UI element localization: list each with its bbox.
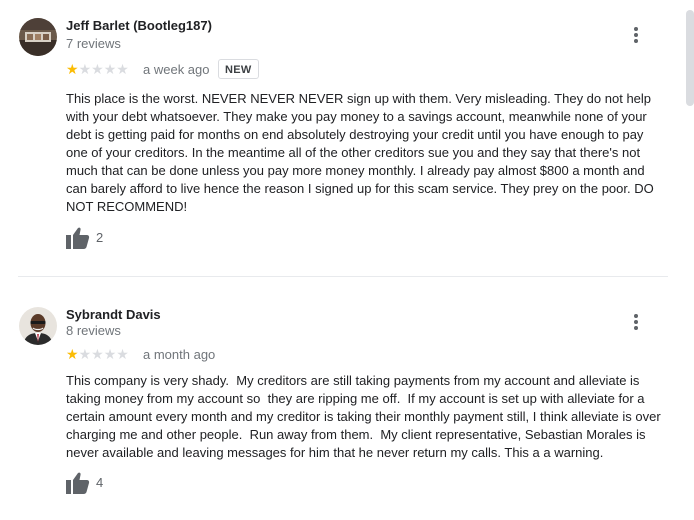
more-options-button[interactable] bbox=[624, 23, 648, 47]
star-icon: ★ bbox=[78, 61, 92, 77]
review-card: Sybrandt Davis 8 reviews ★★★★★ a month a… bbox=[0, 277, 684, 520]
more-vert-icon bbox=[634, 27, 638, 43]
review-date: a week ago bbox=[143, 62, 210, 77]
new-badge: NEW bbox=[218, 59, 259, 79]
star-icon: ★ bbox=[116, 346, 129, 362]
more-options-button[interactable] bbox=[624, 310, 648, 334]
avatar[interactable] bbox=[19, 18, 57, 56]
star-icon: ★ bbox=[91, 61, 104, 77]
thumb-up-icon bbox=[66, 472, 90, 494]
review-date: a month ago bbox=[143, 347, 216, 362]
review-card: Jeff Barlet (Bootleg187) 7 reviews ★★★★★… bbox=[0, 0, 684, 276]
author-name[interactable]: Jeff Barlet (Bootleg187) bbox=[66, 18, 212, 33]
like-count: 4 bbox=[96, 475, 104, 490]
star-icon: ★ bbox=[103, 61, 117, 77]
star-icon: ★ bbox=[103, 346, 117, 362]
review-count: 7 reviews bbox=[66, 36, 121, 51]
thumb-up-icon bbox=[66, 227, 90, 249]
like-button[interactable]: 2 bbox=[66, 227, 126, 249]
star-icon: ★ bbox=[91, 346, 104, 362]
like-button[interactable]: 4 bbox=[66, 472, 126, 494]
star-icon: ★ bbox=[66, 61, 79, 77]
review-text: This company is very shady. My creditors… bbox=[66, 373, 661, 460]
review-count: 8 reviews bbox=[66, 323, 121, 338]
more-vert-icon bbox=[634, 314, 638, 330]
like-count: 2 bbox=[96, 230, 104, 245]
star-icon: ★ bbox=[66, 346, 79, 362]
review-text: This place is the worst. NEVER NEVER NEV… bbox=[66, 91, 654, 214]
star-icon: ★ bbox=[78, 346, 92, 362]
star-rating: ★★★★★ bbox=[66, 62, 129, 76]
author-name[interactable]: Sybrandt Davis bbox=[66, 307, 161, 322]
star-rating: ★★★★★ bbox=[66, 347, 129, 361]
avatar[interactable] bbox=[19, 307, 57, 345]
scrollbar-thumb[interactable] bbox=[686, 10, 694, 106]
star-icon: ★ bbox=[116, 61, 129, 77]
